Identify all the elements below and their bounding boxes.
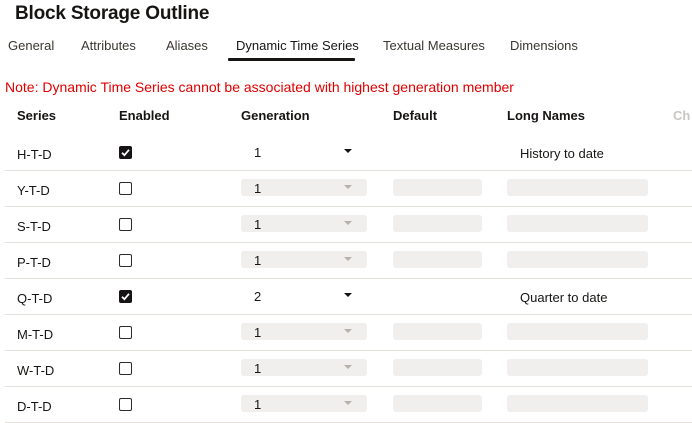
- long-name-field[interactable]: [507, 395, 648, 412]
- generation-select[interactable]: 1: [241, 215, 367, 232]
- checkmark-icon: [121, 293, 130, 301]
- dropdown-arrow-icon: [344, 365, 352, 369]
- enabled-checkbox[interactable]: [119, 146, 132, 159]
- table-row: M-T-D 1: [0, 315, 692, 351]
- tab-attributes[interactable]: Attributes: [81, 38, 136, 53]
- long-name-value[interactable]: History to date: [520, 146, 604, 161]
- enabled-checkbox[interactable]: [119, 362, 132, 375]
- generation-select[interactable]: 1: [241, 179, 367, 196]
- dropdown-arrow-icon: [344, 401, 352, 405]
- generation-value: 1: [254, 217, 262, 232]
- warning-note: Note: Dynamic Time Series cannot be asso…: [5, 79, 514, 95]
- table-row: W-T-D 1: [0, 351, 692, 387]
- dropdown-arrow-icon: [344, 293, 352, 297]
- series-name: P-T-D: [17, 255, 51, 270]
- series-name: Q-T-D: [17, 291, 53, 306]
- series-name: M-T-D: [17, 327, 54, 342]
- long-name-field[interactable]: [507, 359, 648, 376]
- active-tab-indicator: [228, 58, 355, 61]
- long-name-value[interactable]: Quarter to date: [520, 290, 607, 305]
- generation-select[interactable]: 2: [241, 287, 367, 304]
- tab-dynamic-time-series[interactable]: Dynamic Time Series: [236, 38, 359, 53]
- table-row: S-T-D 1: [0, 207, 692, 243]
- default-field[interactable]: [393, 215, 482, 232]
- tab-bar: General Attributes Aliases Dynamic Time …: [0, 32, 692, 62]
- long-name-field[interactable]: [507, 179, 648, 196]
- checkmark-icon: [121, 149, 130, 157]
- series-name: H-T-D: [17, 147, 52, 162]
- generation-value: 1: [254, 181, 262, 196]
- default-field[interactable]: [393, 395, 482, 412]
- generation-select[interactable]: 1: [241, 323, 367, 340]
- enabled-checkbox[interactable]: [119, 218, 132, 231]
- generation-value: 1: [254, 253, 262, 268]
- generation-select[interactable]: 1: [241, 359, 367, 376]
- series-name: W-T-D: [17, 363, 55, 378]
- default-field[interactable]: [393, 323, 482, 340]
- tab-aliases[interactable]: Aliases: [166, 38, 208, 53]
- column-header-series: Series: [17, 108, 57, 123]
- column-header-long-names: Long Names: [507, 108, 586, 123]
- long-name-field[interactable]: [507, 323, 648, 340]
- tab-general[interactable]: General: [8, 38, 54, 53]
- series-name: Y-T-D: [17, 183, 50, 198]
- long-name-field[interactable]: [507, 251, 648, 268]
- enabled-checkbox[interactable]: [119, 398, 132, 411]
- table-row: Q-T-D 2 Quarter to date: [0, 279, 692, 315]
- generation-value: 2: [254, 289, 262, 304]
- enabled-checkbox[interactable]: [119, 290, 132, 303]
- column-header-clipped: Ch: [673, 108, 691, 123]
- enabled-checkbox[interactable]: [119, 182, 132, 195]
- series-name: D-T-D: [17, 399, 52, 414]
- long-name-field[interactable]: [507, 215, 648, 232]
- column-header-default: Default: [393, 108, 438, 123]
- enabled-checkbox[interactable]: [119, 326, 132, 339]
- generation-value: 1: [254, 325, 262, 340]
- dropdown-arrow-icon: [344, 221, 352, 225]
- series-name: S-T-D: [17, 219, 51, 234]
- tab-textual-measures[interactable]: Textual Measures: [383, 38, 485, 53]
- generation-value: 1: [254, 361, 262, 376]
- tab-dimensions[interactable]: Dimensions: [510, 38, 578, 53]
- default-field[interactable]: [393, 179, 482, 196]
- generation-value: 1: [254, 145, 262, 160]
- column-header-generation: Generation: [241, 108, 310, 123]
- dropdown-arrow-icon: [344, 185, 352, 189]
- generation-select[interactable]: 1: [241, 143, 367, 160]
- enabled-checkbox[interactable]: [119, 254, 132, 267]
- dropdown-arrow-icon: [344, 329, 352, 333]
- generation-value: 1: [254, 397, 262, 412]
- generation-select[interactable]: 1: [241, 395, 367, 412]
- table-row: Y-T-D 1: [0, 171, 692, 207]
- page-title: Block Storage Outline: [15, 3, 210, 24]
- table-row: P-T-D 1: [0, 243, 692, 279]
- table-row: H-T-D 1 History to date: [0, 135, 692, 171]
- generation-select[interactable]: 1: [241, 251, 367, 268]
- default-field[interactable]: [393, 251, 482, 268]
- column-header-enabled: Enabled: [119, 108, 170, 123]
- table-row: D-T-D 1: [0, 387, 692, 423]
- default-field[interactable]: [393, 359, 482, 376]
- dropdown-arrow-icon: [344, 257, 352, 261]
- dropdown-arrow-icon: [344, 149, 352, 153]
